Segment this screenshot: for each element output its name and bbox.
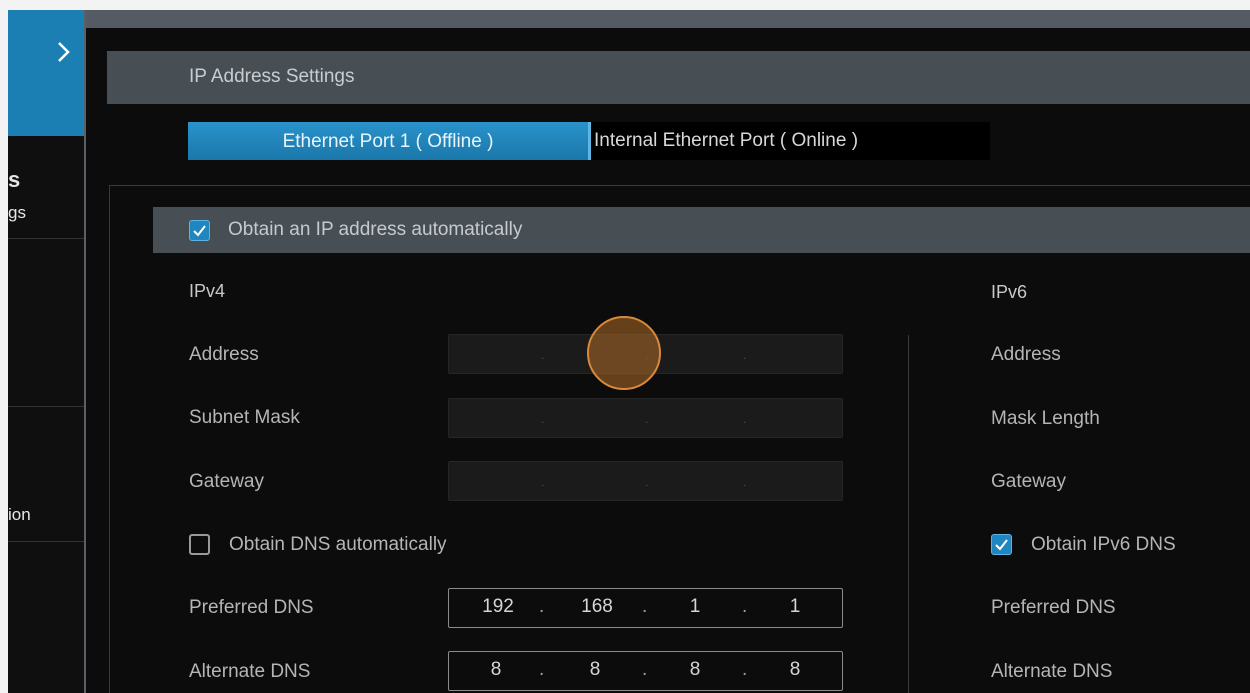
- sidebar-divider: [8, 238, 84, 239]
- ipv6-preferred-dns-label: Preferred DNS: [991, 597, 1116, 618]
- ip-octet: 8: [589, 659, 601, 680]
- ip-separator: .: [742, 659, 748, 680]
- ip-separator: .: [642, 596, 648, 617]
- sidebar-divider: [8, 406, 84, 407]
- sidebar-item-subtitle[interactable]: gs: [8, 203, 26, 223]
- gateway-field[interactable]: . . .: [448, 461, 843, 501]
- preferred-dns-field[interactable]: 192 . 168 . 1 . 1: [448, 588, 843, 628]
- auto-ip-label: Obtain an IP address automatically: [228, 219, 523, 240]
- subnet-mask-label: Subnet Mask: [189, 407, 300, 428]
- ipv4-address-label: Address: [189, 344, 259, 365]
- dns-auto-checkbox[interactable]: [189, 534, 210, 555]
- ip-separator: .: [645, 412, 649, 426]
- check-icon: [995, 539, 1008, 551]
- alternate-dns-label: Alternate DNS: [189, 661, 311, 682]
- tab-ethernet-port-1[interactable]: Ethernet Port 1 ( Offline ): [188, 122, 591, 160]
- ip-separator: .: [539, 659, 545, 680]
- ipv6-heading: IPv6: [991, 282, 1028, 302]
- ip-octet: 168: [581, 596, 613, 617]
- ipv6-alternate-dns-label: Alternate DNS: [991, 661, 1113, 682]
- ip-separator: .: [743, 475, 747, 489]
- sidebar-item-label[interactable]: ion: [8, 505, 31, 525]
- ip-octet: 8: [789, 659, 801, 680]
- ip-separator: .: [541, 412, 545, 426]
- section-title: IP Address Settings: [189, 66, 355, 87]
- ipv6-dns-auto-label: Obtain IPv6 DNS: [1031, 534, 1176, 555]
- top-bar: [86, 10, 1250, 28]
- sidebar-item-title[interactable]: s: [8, 167, 20, 193]
- cursor-indicator: [587, 316, 661, 390]
- ip-separator: .: [743, 412, 747, 426]
- ip-separator: .: [642, 659, 648, 680]
- preferred-dns-label: Preferred DNS: [189, 597, 314, 618]
- ipv6-gateway-label: Gateway: [991, 471, 1066, 492]
- dns-auto-label: Obtain DNS automatically: [229, 534, 447, 555]
- ip-separator: .: [645, 475, 649, 489]
- check-icon: [193, 225, 206, 237]
- ip-separator: .: [743, 348, 747, 362]
- sidebar-divider: [8, 541, 84, 542]
- subnet-mask-field[interactable]: . . .: [448, 398, 843, 438]
- chevron-right-icon: [58, 42, 70, 62]
- ipv6-address-label: Address: [991, 344, 1061, 365]
- ip-octet: 8: [689, 659, 701, 680]
- ip-separator: .: [541, 475, 545, 489]
- tab-internal-ethernet-port[interactable]: Internal Ethernet Port ( Online ): [594, 122, 858, 160]
- section-header: IP Address Settings: [107, 51, 1250, 104]
- sidebar-edge: [84, 10, 86, 693]
- ip-separator: .: [742, 596, 748, 617]
- sidebar: s gs ion: [8, 10, 84, 693]
- alternate-dns-field[interactable]: 8 . 8 . 8 . 8: [448, 651, 843, 691]
- ip-separator: .: [539, 596, 545, 617]
- ip-octet: 8: [490, 659, 502, 680]
- auto-ip-checkbox[interactable]: [189, 220, 210, 241]
- ip-separator: .: [541, 348, 545, 362]
- mask-length-label: Mask Length: [991, 408, 1100, 429]
- sidebar-expand-button[interactable]: [8, 10, 84, 136]
- device-screen: s gs ion IP Address Settings Ethernet Po…: [8, 10, 1250, 693]
- ip-octet: 192: [482, 596, 514, 617]
- ip-octet: 1: [689, 596, 701, 617]
- ipv6-dns-auto-checkbox[interactable]: [991, 534, 1012, 555]
- port-tabs: Ethernet Port 1 ( Offline ) Internal Eth…: [188, 122, 990, 160]
- column-divider: [908, 335, 909, 693]
- auto-ip-bar: Obtain an IP address automatically: [153, 207, 1250, 253]
- ipv4-heading: IPv4: [189, 281, 226, 301]
- ip-octet: 1: [789, 596, 801, 617]
- gateway-label: Gateway: [189, 471, 264, 492]
